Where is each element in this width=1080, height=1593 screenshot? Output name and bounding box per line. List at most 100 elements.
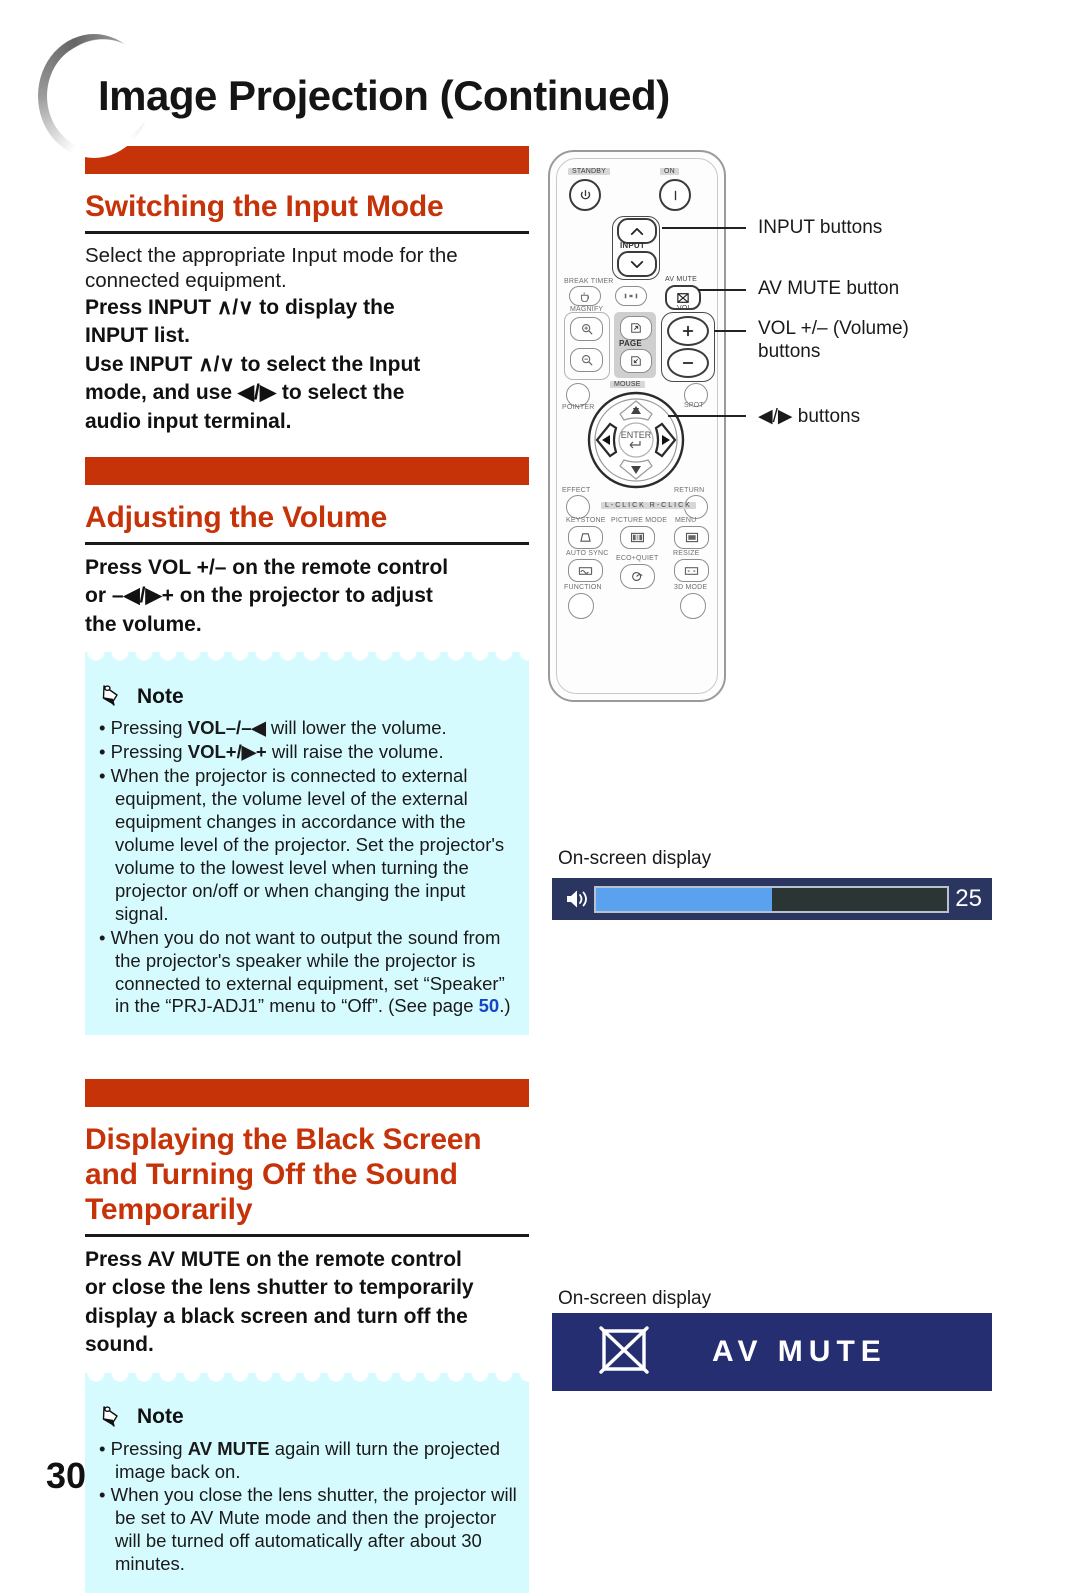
note-item: • Pressing VOL+/▶+ will raise the volume… — [99, 741, 444, 763]
section-accent-bar-2 — [85, 457, 529, 486]
resize-button[interactable] — [674, 559, 709, 582]
av-mute-osd-text: AV MUTE — [712, 1335, 887, 1368]
manual-page: Image Projection (Continued) Switching t… — [0, 0, 1080, 1593]
break-timer-button[interactable] — [569, 286, 601, 306]
effect-button[interactable] — [566, 495, 590, 519]
3d-mode-button[interactable] — [680, 593, 706, 619]
magnify-out-button[interactable] — [570, 348, 603, 372]
remote-caption-3d-mode: 3D MODE — [674, 584, 708, 591]
page-title: Image Projection (Continued) — [98, 72, 670, 119]
note-header: Note — [101, 1403, 517, 1432]
callout-arrow-buttons: ◀/▶ buttons — [758, 406, 861, 427]
callout-line-input — [662, 227, 746, 229]
page-down-button[interactable] — [620, 349, 652, 373]
volume-value: 25 — [955, 885, 982, 912]
remote-caption-effect: EFFECT — [562, 487, 591, 494]
section3-instruction-line4: sound. — [85, 1333, 154, 1357]
magnify-in-button[interactable] — [570, 317, 603, 341]
menu-button[interactable] — [674, 526, 709, 549]
magnify-plus-icon — [581, 323, 593, 335]
remote-caption-function: FUNCTION — [564, 584, 602, 591]
volume-up-button[interactable] — [667, 316, 709, 346]
note-item: • When you close the lens shutter, the p… — [99, 1484, 517, 1575]
note-label: Note — [137, 684, 184, 708]
remote-caption-av-mute: AV MUTE — [665, 276, 697, 283]
note-item: • When the projector is connected to ext… — [99, 765, 505, 924]
direction-pad: ENTER — [586, 390, 686, 490]
menu-icon — [685, 532, 698, 543]
picture-mode-button[interactable] — [620, 526, 655, 549]
auto-sync-button[interactable] — [568, 559, 603, 582]
osd-caption-volume: On-screen display — [558, 848, 712, 869]
standby-button[interactable] — [569, 179, 601, 211]
volume-down-button[interactable] — [667, 348, 709, 378]
remote-caption-menu: MENU — [675, 517, 697, 524]
remote-caption-resize: RESIZE — [673, 550, 700, 557]
section-accent-bar-3 — [85, 1079, 529, 1108]
callout-input-buttons: INPUT buttons — [758, 217, 883, 238]
av-mute-osd: AV MUTE — [552, 1313, 992, 1391]
note-header: Note — [101, 682, 517, 711]
av-mute-osd-icon — [596, 1323, 652, 1382]
page-up-button[interactable] — [620, 316, 652, 340]
callout-line-arrows — [668, 415, 746, 417]
remote-caption-return: RETURN — [674, 487, 705, 494]
speaker-icon — [552, 887, 590, 911]
note-list-avmute: • Pressing AV MUTE again will turn the p… — [97, 1438, 517, 1577]
chevron-down-icon — [630, 260, 644, 268]
section2-instruction-line3: the volume. — [85, 612, 202, 636]
section-heading-black-screen-line1: Displaying the Black Screen — [85, 1123, 482, 1157]
magnify-minus-icon — [581, 354, 593, 366]
note-scallop-edge — [85, 1372, 529, 1384]
section1-intro: Select the appropriate Input mode for th… — [85, 243, 458, 292]
eco-leaf-icon — [631, 571, 643, 582]
remote-caption-picture-mode: PICTURE MODE — [611, 517, 668, 524]
function-button[interactable] — [568, 593, 594, 619]
input-down-button[interactable] — [617, 251, 657, 277]
note-item: • Pressing AV MUTE again will turn the p… — [99, 1437, 500, 1482]
keystone-button[interactable] — [568, 526, 603, 549]
svg-text:ENTER: ENTER — [621, 430, 652, 440]
section-rule-1 — [85, 230, 529, 234]
section-accent-bar-1 — [85, 146, 529, 174]
section1-instruction-line2: INPUT list. — [85, 324, 191, 348]
auto-sync-icon — [578, 566, 593, 575]
resize-icon — [684, 566, 699, 575]
power-on-icon — [674, 190, 676, 200]
page-up-icon — [631, 323, 641, 333]
eco-quiet-button[interactable] — [620, 564, 655, 589]
section-heading-adjusting-volume: Adjusting the Volume — [85, 501, 388, 535]
freeze-button[interactable] — [615, 286, 647, 306]
section1-instruction-line1: Press INPUT ∧/∨ to display the — [85, 295, 395, 319]
section-rule-2 — [85, 541, 529, 545]
chevron-up-icon — [630, 227, 644, 235]
av-mute-icon — [677, 292, 689, 303]
section-heading-black-screen-line2: and Turning Off the Sound — [85, 1158, 458, 1192]
callout-av-mute-button: AV MUTE button — [758, 278, 900, 299]
remote-caption-input: INPUT — [620, 241, 645, 250]
cup-icon — [580, 291, 589, 302]
section-heading-switching-input-mode: Switching the Input Mode — [85, 190, 444, 223]
section1-instruction-line4: mode, and use ◀/▶ to select the — [85, 381, 405, 405]
remote-caption-on: ON — [660, 168, 679, 175]
remote-caption-eco-quiet: ECO+QUIET — [616, 555, 659, 562]
remote-caption-vol: VOL — [677, 305, 692, 312]
callout-line-avmute — [698, 289, 746, 291]
minus-icon — [682, 362, 694, 364]
osd-caption-avmute: On-screen display — [558, 1288, 712, 1309]
on-button[interactable] — [659, 179, 691, 211]
section-rule-3 — [85, 1233, 529, 1237]
note-box-volume: Note • Pressing VOL–/–◀ will lower the v… — [85, 652, 529, 1036]
note-box-avmute: Note • Pressing AV MUTE again will turn … — [85, 1372, 529, 1593]
page-down-icon — [631, 356, 641, 366]
section-heading-black-screen-line3: Temporarily — [85, 1193, 253, 1226]
page-number: 30 — [46, 1455, 87, 1496]
plus-icon — [682, 325, 694, 337]
left-content-column: Switching the Input Mode Select the appr… — [85, 146, 529, 1593]
callout-volume-buttons-line2: buttons — [758, 341, 821, 362]
page-reference-link[interactable]: 50 — [479, 995, 500, 1016]
remote-caption-standby: STANDBY — [568, 168, 610, 175]
volume-bar-track[interactable] — [594, 885, 950, 913]
section3-instruction-line2: or close the lens shutter to temporarily — [85, 1276, 474, 1300]
note-item: • When you do not want to output the sou… — [99, 926, 511, 1017]
